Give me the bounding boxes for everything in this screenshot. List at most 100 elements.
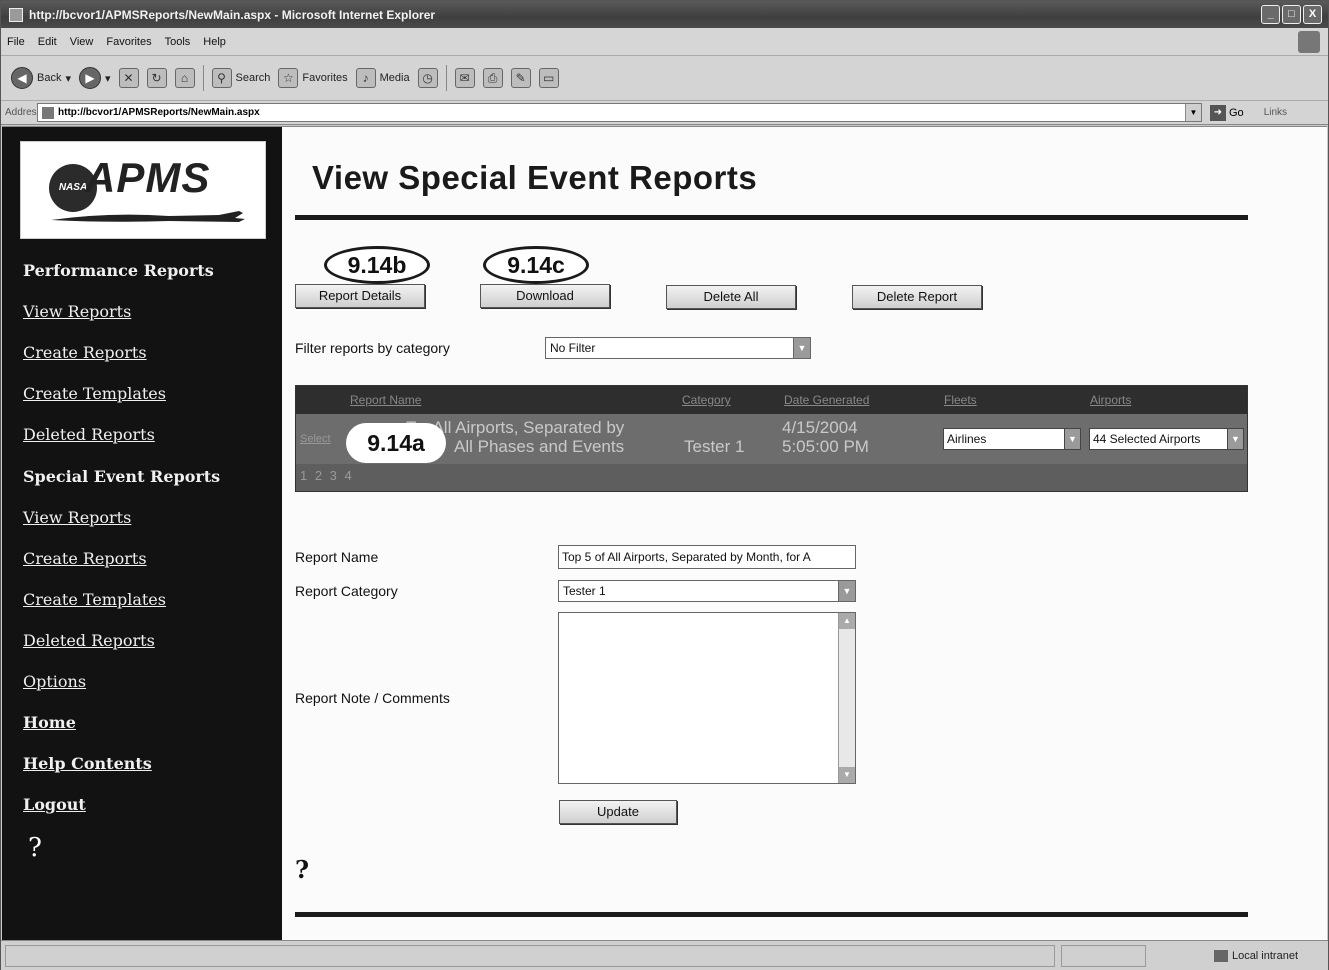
update-button[interactable]: Update: [559, 800, 677, 824]
favorites-label: Favorites: [302, 72, 348, 84]
page-content: NASA APMS Performance Reports View Repor…: [2, 126, 1327, 941]
row-time: 5:05:00 PM: [782, 437, 869, 456]
menu-bar: File Edit View Favorites Tools Help: [1, 28, 1328, 56]
toolbar-separator: [445, 65, 447, 91]
links-button[interactable]: Links: [1264, 107, 1287, 118]
menu-file[interactable]: File: [7, 36, 25, 48]
status-progress-pane: [1061, 945, 1146, 967]
header-category[interactable]: Category: [682, 393, 731, 407]
row-report-name-line2: All Phases and Events: [454, 437, 625, 456]
browser-window: http://bcvor1/APMSReports/NewMain.aspx -…: [0, 0, 1329, 970]
menu-favorites[interactable]: Favorites: [106, 36, 151, 48]
row-date: 4/15/2004: [782, 418, 858, 437]
nav-logout[interactable]: Logout: [23, 795, 86, 814]
scroll-up-icon[interactable]: ▲: [839, 613, 855, 629]
report-note-textarea[interactable]: ▲ ▼: [558, 612, 856, 784]
window-controls: _ □ X: [1261, 5, 1322, 24]
title-bar: http://bcvor1/APMSReports/NewMain.aspx -…: [1, 1, 1328, 28]
forward-dropdown-icon[interactable]: ▾: [105, 72, 111, 85]
report-name-input[interactable]: Top 5 of All Airports, Separated by Mont…: [558, 545, 856, 569]
callout-9-14b: 9.14b: [324, 246, 430, 284]
nav-se-view-reports[interactable]: View Reports: [23, 508, 131, 527]
back-button[interactable]: ◀ Back ▾: [11, 67, 71, 89]
nav-perf-create-reports[interactable]: Create Reports: [23, 343, 147, 362]
nav-options[interactable]: Options: [23, 672, 86, 691]
scroll-down-icon[interactable]: ▼: [839, 767, 855, 783]
category-value: Tester 1: [563, 584, 606, 598]
address-input[interactable]: http://bcvor1/APMSReports/NewMain.aspx ▼: [37, 103, 1202, 122]
section-special-event-reports: Special Event Reports: [23, 467, 221, 486]
sidebar-help-icon[interactable]: ?: [28, 833, 42, 863]
home-icon[interactable]: ⌂: [174, 68, 195, 88]
mail-icon[interactable]: ✉: [454, 68, 475, 88]
fleet-dropdown-icon[interactable]: ▼: [1064, 429, 1080, 449]
report-category-select[interactable]: Tester 1 ▼: [558, 580, 856, 602]
nav-se-deleted-reports[interactable]: Deleted Reports: [23, 631, 155, 650]
menu-edit[interactable]: Edit: [38, 36, 57, 48]
address-dropdown-icon[interactable]: ▼: [1185, 104, 1201, 121]
stop-icon[interactable]: ✕: [118, 68, 139, 88]
close-button[interactable]: X: [1303, 5, 1322, 24]
grid-pager[interactable]: 1 2 3 4: [296, 464, 1247, 491]
nav-se-create-reports[interactable]: Create Reports: [23, 549, 147, 568]
media-icon: ♪: [355, 68, 376, 88]
maximize-button[interactable]: □: [1282, 5, 1301, 24]
grid-header: Report Name Category Date Generated Flee…: [296, 386, 1247, 414]
sidebar: NASA APMS Performance Reports View Repor…: [2, 127, 282, 941]
delete-report-button[interactable]: Delete Report: [852, 285, 982, 309]
category-dropdown-icon[interactable]: ▼: [838, 581, 855, 601]
window-title: http://bcvor1/APMSReports/NewMain.aspx -…: [29, 7, 436, 22]
filter-value: No Filter: [550, 341, 596, 355]
go-button[interactable]: ➜ Go: [1210, 104, 1244, 121]
edit-icon[interactable]: ✎: [510, 68, 531, 88]
callout-9-14c: 9.14c: [483, 246, 589, 284]
row-fleet-select[interactable]: Airlines ▼: [943, 428, 1081, 450]
fleet-value: Airlines: [947, 432, 987, 446]
header-report-name[interactable]: Report Name: [350, 393, 421, 407]
print-icon[interactable]: ⎙: [482, 68, 503, 88]
media-button[interactable]: ♪ Media: [355, 68, 410, 88]
row-category: Tester 1: [684, 437, 745, 456]
page-icon: [42, 106, 54, 119]
menu-view[interactable]: View: [70, 36, 94, 48]
nav-perf-view-reports[interactable]: View Reports: [23, 302, 131, 321]
nav-home[interactable]: Home: [23, 713, 76, 732]
search-button[interactable]: ⚲ Search: [211, 68, 271, 88]
refresh-icon[interactable]: ↻: [146, 68, 167, 88]
menu-tools[interactable]: Tools: [165, 36, 191, 48]
report-details-button[interactable]: Report Details: [295, 284, 425, 308]
airplane-icon: [51, 211, 245, 222]
footer-divider: [295, 912, 1248, 917]
status-text-pane: [5, 945, 1055, 967]
category-filter-select[interactable]: No Filter ▼: [545, 337, 811, 359]
address-url: http://bcvor1/APMSReports/NewMain.aspx: [58, 107, 260, 118]
header-date-generated[interactable]: Date Generated: [784, 393, 869, 407]
filter-dropdown-icon[interactable]: ▼: [793, 338, 810, 358]
nav-help-contents[interactable]: Help Contents: [23, 754, 152, 773]
nav-se-create-templates[interactable]: Create Templates: [23, 590, 166, 609]
note-scrollbar[interactable]: ▲ ▼: [838, 613, 855, 783]
airports-dropdown-icon[interactable]: ▼: [1227, 429, 1243, 449]
forward-button[interactable]: ▶ ▾: [79, 67, 111, 89]
menu-help[interactable]: Help: [203, 36, 226, 48]
go-arrow-icon: ➜: [1210, 104, 1226, 121]
header-airports[interactable]: Airports: [1090, 393, 1131, 407]
nav-perf-create-templates[interactable]: Create Templates: [23, 384, 166, 403]
nav-perf-deleted-reports[interactable]: Deleted Reports: [23, 425, 155, 444]
favorites-button[interactable]: ☆ Favorites: [278, 68, 348, 88]
back-dropdown-icon[interactable]: ▾: [65, 72, 71, 85]
history-icon[interactable]: ◷: [417, 68, 438, 88]
toolbar: ◀ Back ▾ ▶ ▾ ✕ ↻ ⌂ ⚲ Search ☆ Favorites …: [1, 56, 1328, 101]
delete-all-button[interactable]: Delete All: [666, 285, 796, 309]
media-label: Media: [379, 72, 410, 84]
back-label: Back: [37, 72, 62, 84]
help-icon[interactable]: ?: [295, 855, 309, 884]
header-fleets[interactable]: Fleets: [944, 393, 977, 407]
row-select-link[interactable]: Select: [300, 433, 331, 445]
favorites-star-icon: ☆: [278, 68, 299, 88]
minimize-button[interactable]: _: [1261, 5, 1280, 24]
search-label: Search: [235, 72, 271, 84]
row-airports-select[interactable]: 44 Selected Airports ▼: [1089, 428, 1244, 450]
download-button[interactable]: Download: [480, 284, 610, 308]
discuss-icon[interactable]: ▭: [538, 68, 559, 88]
